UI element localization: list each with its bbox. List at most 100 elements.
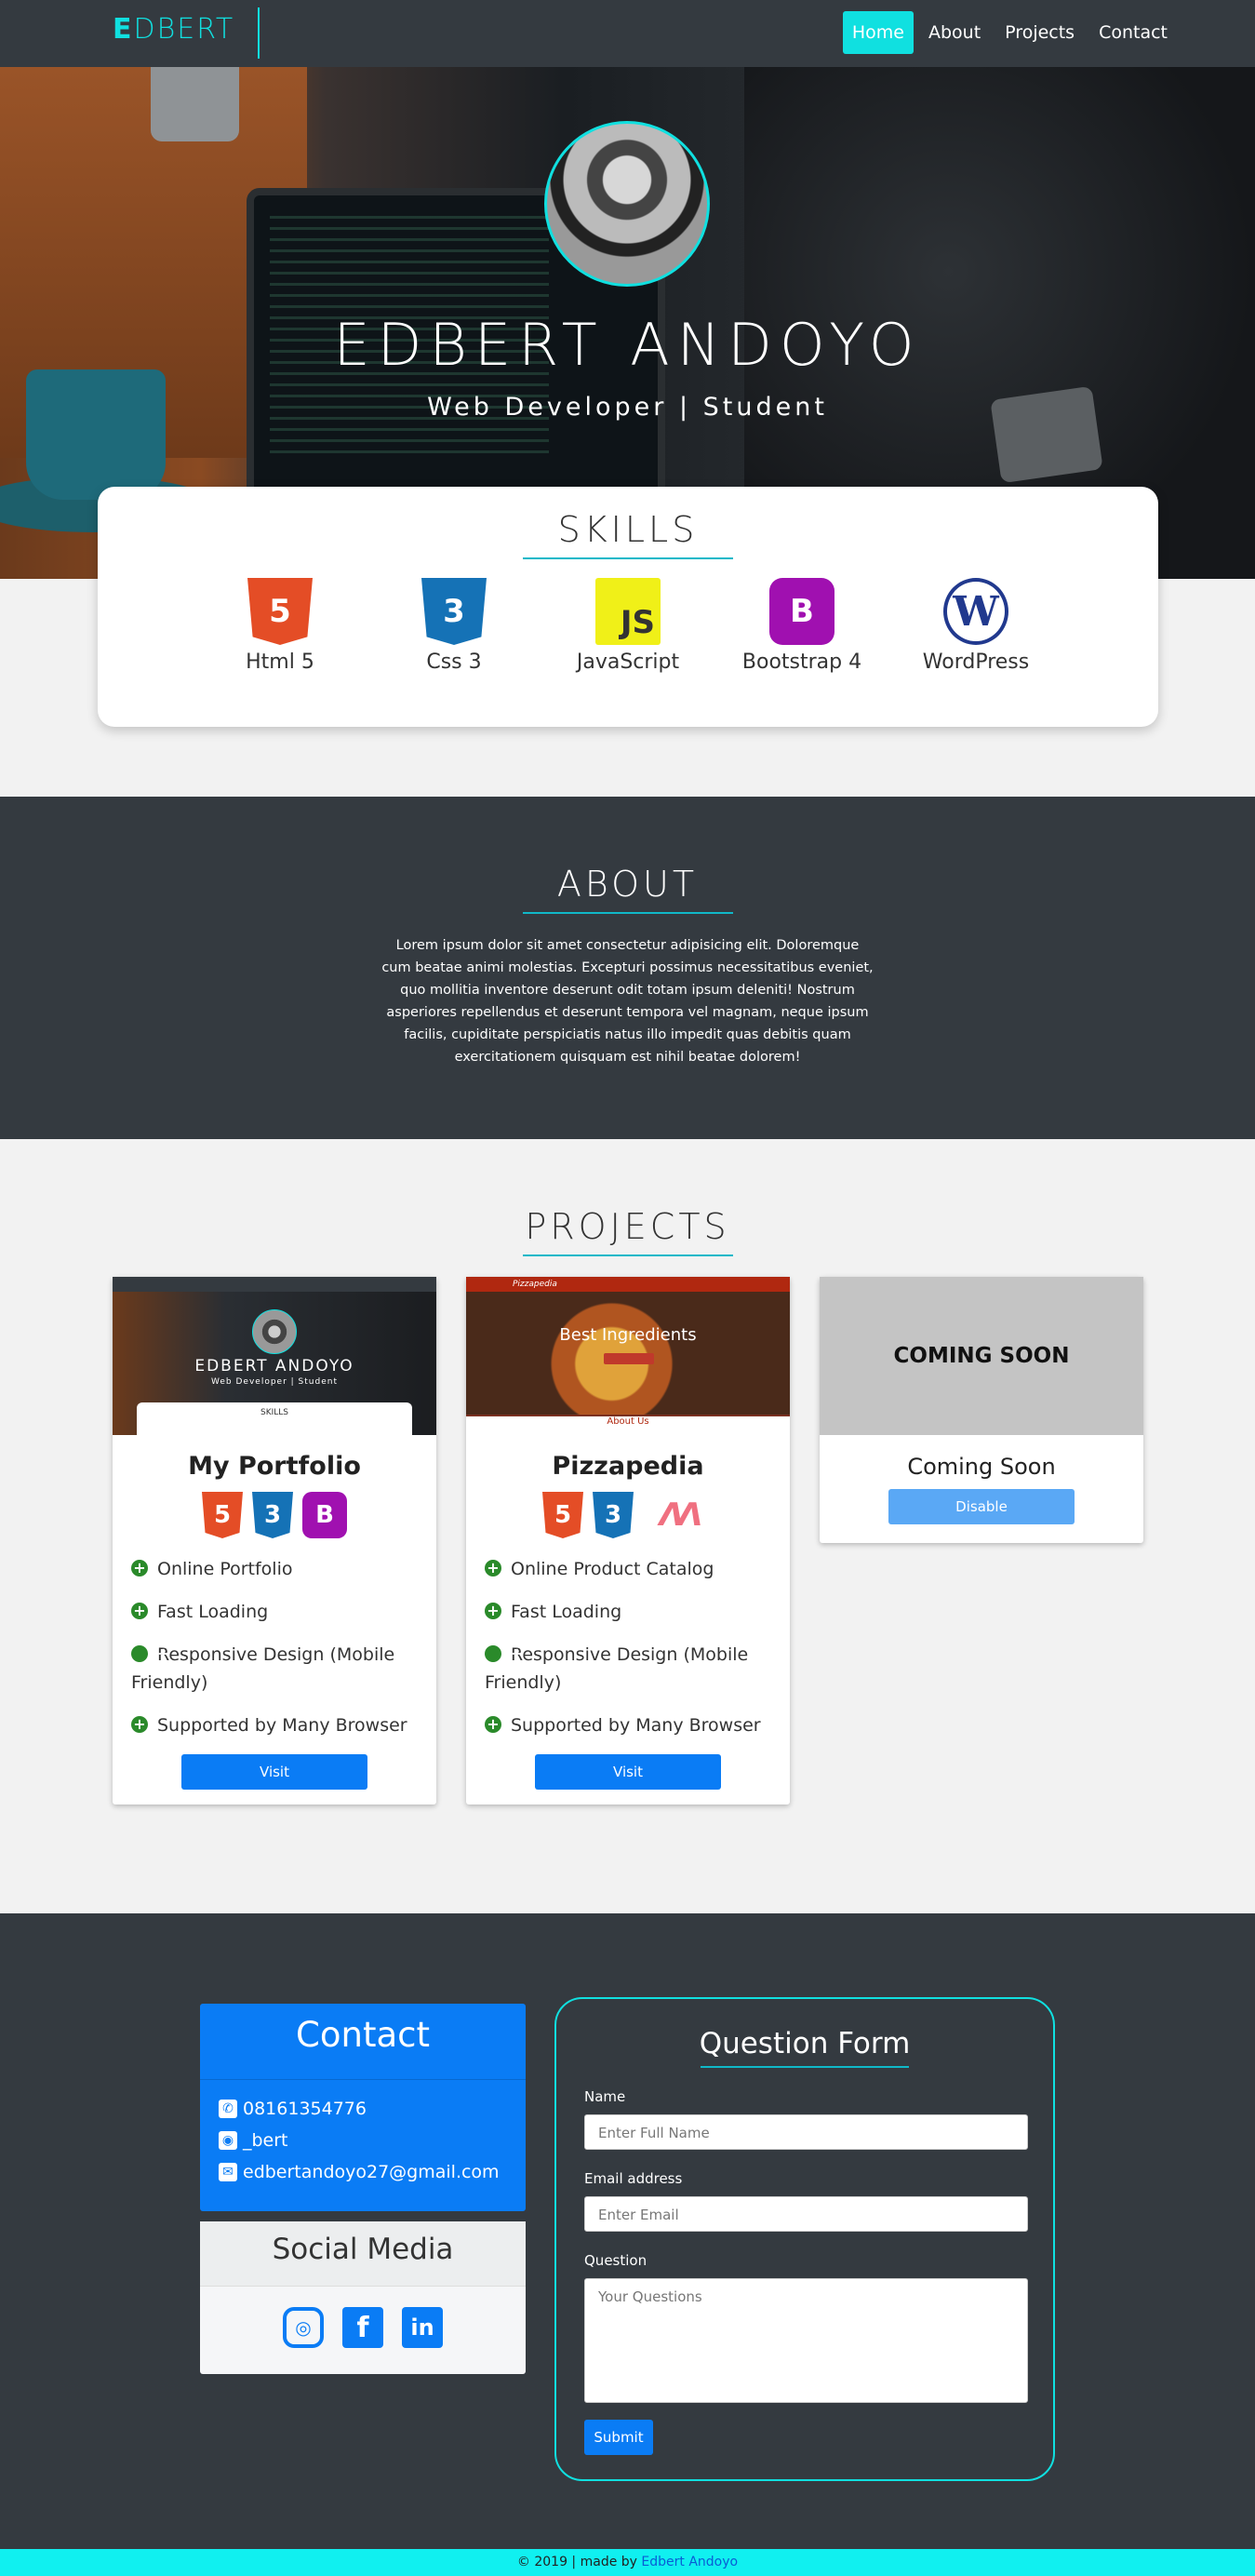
social-title: Social Media <box>200 2221 526 2287</box>
nav-home[interactable]: Home <box>842 11 914 54</box>
profile-avatar <box>544 121 710 287</box>
skill-label: Bootstrap 4 <box>741 651 862 674</box>
feature-item: Online Product Catalog <box>485 1555 771 1583</box>
phone-text: 08161354776 <box>243 2099 367 2119</box>
feature-item: Responsive Design (Mobile Friendly) <box>131 1641 418 1697</box>
thumb-title: Best Ingredients <box>559 1325 697 1345</box>
disable-button[interactable]: Disable <box>888 1489 1075 1524</box>
wordpress-icon: W <box>943 578 1008 645</box>
bootstrap-icon: B <box>769 578 834 645</box>
html5-icon: 5 <box>247 578 313 645</box>
feature-item: Online Portfolio <box>131 1555 418 1583</box>
css3-icon: 3 <box>593 1492 634 1538</box>
social-media-card: Social Media ◎ f in <box>200 2221 526 2374</box>
feature-item: Supported by Many Browser <box>485 1711 771 1739</box>
nav-contact[interactable]: Contact <box>1089 11 1177 54</box>
thumb-subtitle: Web Developer | Student <box>211 1377 338 1387</box>
project-thumbnail: EDBERT ANDOYO Web Developer | Student SK… <box>113 1277 436 1435</box>
project-card-coming-soon: COMING SOON Coming Soon Disable <box>820 1277 1143 1543</box>
contact-card: Contact ✆ 08161354776 ◉ _bert ✉ edbertan… <box>200 2004 526 2211</box>
projects-title: PROJECTS <box>525 1206 730 1247</box>
feature-list: Online Product Catalog Fast Loading Resp… <box>485 1555 771 1739</box>
contact-phone: ✆ 08161354776 <box>200 2093 526 2125</box>
project-card-pizzapedia: Pizzapedia Best Ingredients About Us Piz… <box>466 1277 790 1805</box>
feature-item: Supported by Many Browser <box>131 1711 418 1739</box>
navbar: EDBERT Home About Projects Contact <box>0 0 1255 67</box>
hero-background-socket <box>151 67 239 141</box>
hero-subtitle: Web Developer | Student <box>427 393 828 422</box>
form-title: Question Form <box>699 2027 911 2060</box>
social-icons: ◎ f in <box>200 2307 526 2348</box>
submit-button[interactable]: Submit <box>584 2420 653 2455</box>
question-form: Question Form Name Enter Full Name Email… <box>554 1997 1055 2481</box>
nav-links: Home About Projects Contact <box>842 11 1177 54</box>
form-title-underline <box>701 2066 909 2068</box>
contact-section: Contact ✆ 08161354776 ◉ _bert ✉ edbertan… <box>0 1913 1255 2549</box>
contact-title: Contact <box>200 2004 526 2080</box>
skill-label: Css 3 <box>426 651 482 674</box>
project-tech-icons: 5 3 ΛΛ <box>466 1492 790 1538</box>
skills-list: 5 Html 5 3 Css 3 JS JavaScript B Bootstr… <box>98 578 1158 674</box>
visit-button[interactable]: Visit <box>181 1754 367 1790</box>
hero-title: EDBERT ANDOYO <box>333 311 922 379</box>
thumb-title: EDBERT ANDOYO <box>194 1357 354 1375</box>
skill-item: B Bootstrap 4 <box>715 578 889 674</box>
about-section: ABOUT Lorem ipsum dolor sit amet consect… <box>0 797 1255 1139</box>
nav-projects[interactable]: Projects <box>995 11 1084 54</box>
thumb-navbar: Pizzapedia <box>466 1277 790 1292</box>
feature-item: Fast Loading <box>485 1598 771 1626</box>
hero-background-cup <box>26 369 166 500</box>
skill-item: JS JavaScript <box>541 578 715 674</box>
envelope-icon: ✉ <box>219 2163 237 2181</box>
question-textarea[interactable]: Your Questions <box>584 2278 1028 2403</box>
visit-button[interactable]: Visit <box>535 1754 721 1790</box>
thumb-skills-card: SKILLS <box>137 1402 412 1435</box>
line-icon: ◉ <box>219 2131 237 2150</box>
thumb-navbar <box>113 1277 436 1292</box>
project-name: Coming Soon <box>907 1454 1056 1480</box>
bootstrap-icon: B <box>302 1492 347 1538</box>
html5-icon: 5 <box>202 1492 243 1538</box>
projects-section: PROJECTS EDBERT ANDOYO Web Developer | S… <box>0 1139 1255 1913</box>
projects-underline <box>522 1254 733 1256</box>
name-label: Name <box>584 2088 626 2105</box>
name-input[interactable]: Enter Full Name <box>584 2114 1028 2150</box>
html5-icon: 5 <box>542 1492 583 1538</box>
instagram-icon[interactable]: ◎ <box>283 2307 324 2348</box>
linkedin-icon[interactable]: in <box>402 2307 443 2348</box>
thumb-button <box>604 1353 654 1364</box>
contact-email: ✉ edbertandoyo27@gmail.com <box>200 2156 526 2188</box>
email-input[interactable]: Enter Email <box>584 2196 1028 2232</box>
project-name: My Portfolio <box>188 1452 361 1481</box>
thumb-section: About Us <box>466 1415 790 1435</box>
phone-icon: ✆ <box>219 2100 237 2118</box>
about-title: ABOUT <box>556 864 699 905</box>
skill-item: 3 Css 3 <box>367 578 541 674</box>
thumb-avatar <box>252 1309 297 1354</box>
skills-title: SKILLS <box>557 509 699 550</box>
skill-item: W WordPress <box>889 578 1063 674</box>
footer-author-link[interactable]: Edbert Andoyo <box>641 2555 738 2569</box>
about-underline <box>522 912 733 914</box>
feature-item: Responsive Design (Mobile Friendly) <box>485 1641 771 1697</box>
line-text: _bert <box>243 2130 288 2151</box>
brand-logo[interactable]: EDBERT <box>113 13 234 46</box>
skill-item: 5 Html 5 <box>194 578 367 674</box>
question-label: Question <box>584 2252 648 2269</box>
project-card-portfolio: EDBERT ANDOYO Web Developer | Student SK… <box>113 1277 436 1805</box>
coming-soon-thumbnail: COMING SOON <box>820 1277 1143 1435</box>
email-label: Email address <box>584 2170 683 2187</box>
project-thumbnail: Pizzapedia Best Ingredients About Us <box>466 1277 790 1435</box>
project-name: Pizzapedia <box>552 1452 704 1481</box>
skill-label: WordPress <box>922 651 1030 674</box>
css3-icon: 3 <box>252 1492 293 1538</box>
nav-about[interactable]: About <box>919 11 990 54</box>
footer: © 2019 | made by Edbert Andoyo <box>0 2549 1255 2576</box>
facebook-icon[interactable]: f <box>342 2307 383 2348</box>
skills-underline <box>523 557 733 559</box>
skills-card: SKILLS 5 Html 5 3 Css 3 JS JavaScript B … <box>98 487 1158 727</box>
css3-icon: 3 <box>421 578 487 645</box>
footer-text: © 2019 | made by <box>516 2555 637 2569</box>
javascript-icon: JS <box>595 578 661 645</box>
skill-label: Html 5 <box>246 651 314 674</box>
